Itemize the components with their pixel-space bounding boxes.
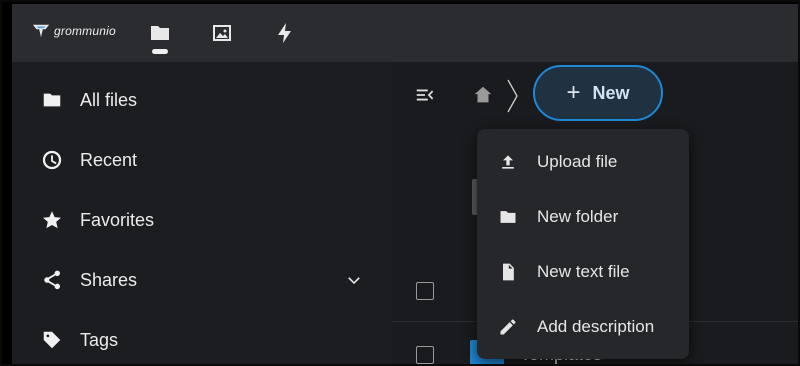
new-button-label: New: [592, 82, 630, 103]
top-bar: grommunio: [12, 4, 798, 62]
sidebar-item-shares[interactable]: Shares: [12, 260, 392, 300]
menu-item-new-text-file[interactable]: New text file: [477, 247, 689, 297]
clock-icon: [40, 148, 64, 172]
chevron-down-icon[interactable]: [342, 268, 366, 292]
menu-item-new-folder[interactable]: New folder: [477, 192, 689, 242]
menu-item-label: New folder: [537, 207, 619, 226]
sidebar-item-recent[interactable]: Recent: [12, 140, 392, 180]
collapse-sidebar-button[interactable]: [412, 82, 438, 108]
sidebar-item-tags[interactable]: Tags: [12, 320, 392, 360]
brand-name: grommunio: [54, 24, 116, 38]
sidebar-item-label: Tags: [80, 329, 119, 350]
folder-icon: [151, 26, 169, 40]
sidebar-item-label: All files: [80, 89, 138, 110]
sidebar-item-favorites[interactable]: Favorites: [12, 200, 392, 240]
lightning-icon: [278, 23, 291, 43]
upload-icon: [497, 151, 519, 173]
menu-item-label: Upload file: [537, 152, 618, 171]
grommunio-logo-icon: [32, 24, 50, 38]
share-icon: [40, 268, 64, 292]
new-menu: Upload file New folder New text file Add…: [477, 129, 689, 359]
active-app-indicator: [152, 49, 168, 54]
breadcrumb-separator: [507, 79, 518, 113]
select-all-checkbox[interactable]: [416, 282, 434, 300]
sidebar-item-label: Recent: [80, 149, 138, 170]
menu-item-upload-file[interactable]: Upload file: [477, 137, 689, 187]
menu-item-label: New text file: [537, 262, 630, 281]
menu-collapse-icon: [416, 89, 434, 101]
star-icon: [40, 208, 64, 232]
pencil-icon: [497, 316, 519, 338]
folder-icon: [40, 88, 64, 112]
sidebar: All files Recent Favorites Shares Tags: [12, 62, 392, 364]
menu-item-label: Add description: [537, 317, 655, 336]
sidebar-item-all-files[interactable]: All files: [12, 80, 392, 120]
home-icon: [474, 86, 492, 103]
app-window: grommunio All files Recent Favorites Sha…: [0, 0, 800, 366]
document-icon: [497, 261, 519, 283]
sidebar-item-label: Shares: [80, 269, 138, 290]
brand-logo[interactable]: grommunio: [32, 20, 116, 42]
breadcrumb-home[interactable]: [470, 82, 496, 108]
activity-app-button[interactable]: [270, 18, 300, 48]
photos-app-button[interactable]: [207, 18, 237, 48]
tag-icon: [40, 328, 64, 352]
sidebar-item-label: Favorites: [80, 209, 155, 230]
row-checkbox[interactable]: [416, 346, 434, 364]
files-app-button[interactable]: [145, 18, 175, 48]
image-icon: [213, 25, 231, 41]
new-button[interactable]: + New: [533, 65, 663, 121]
plus-icon: +: [566, 79, 581, 106]
folder-icon: [497, 206, 519, 228]
menu-item-add-description[interactable]: Add description: [477, 302, 689, 352]
